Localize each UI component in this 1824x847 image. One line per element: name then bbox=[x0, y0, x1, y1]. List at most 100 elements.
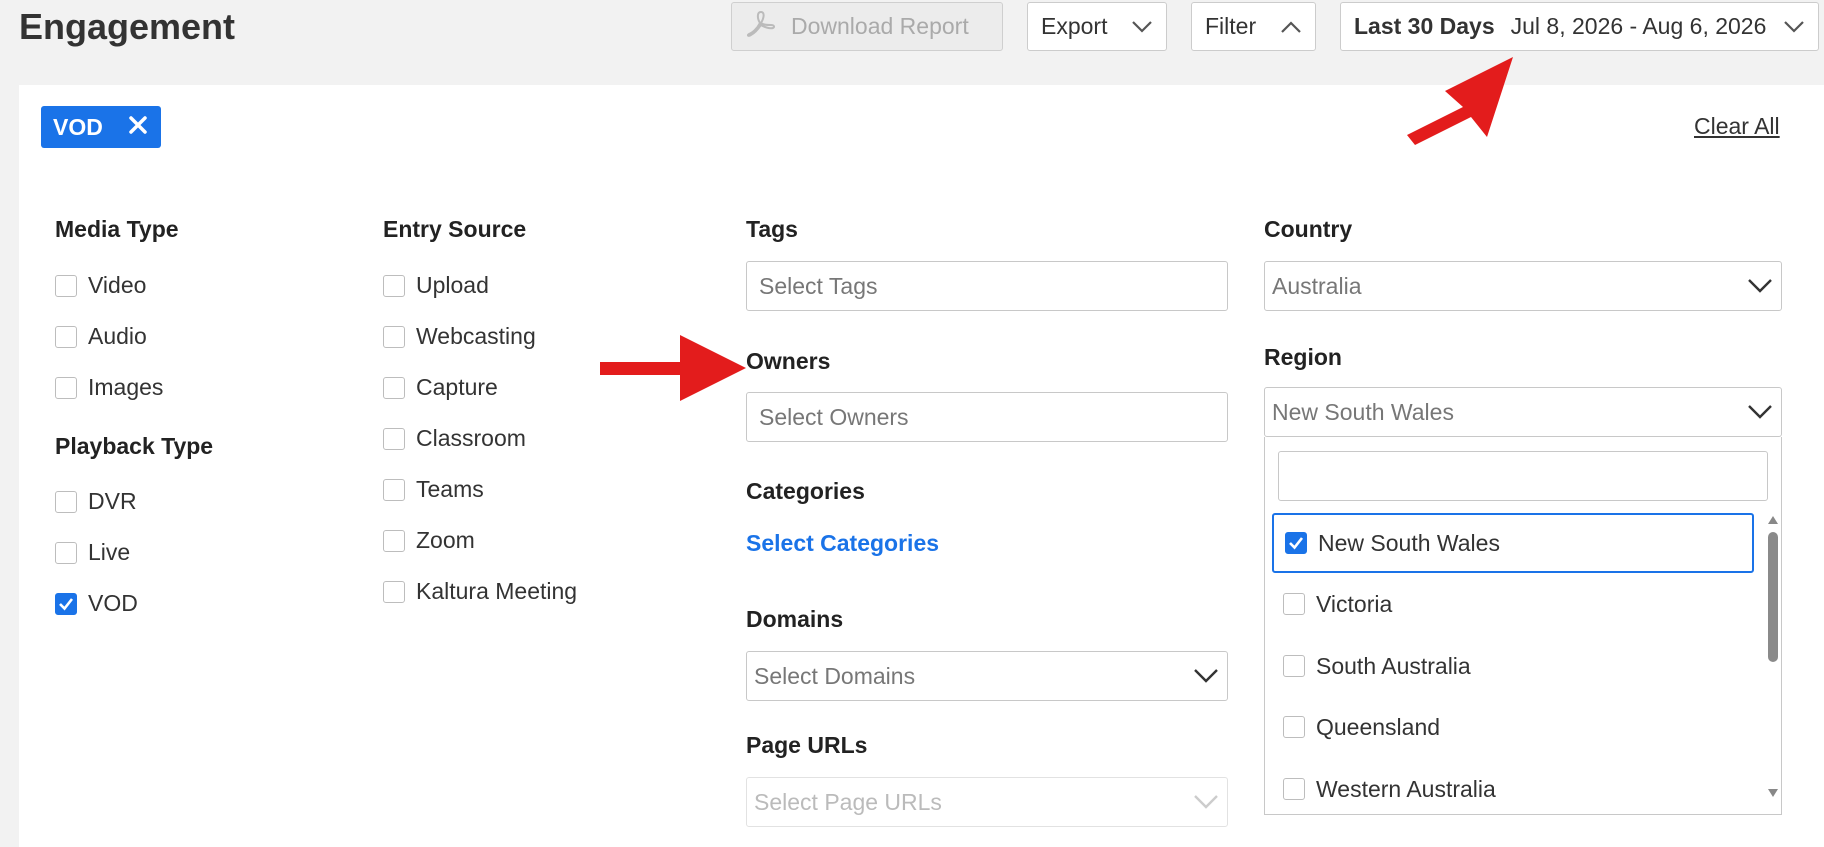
checkbox-label: Upload bbox=[416, 272, 489, 298]
owners-placeholder: Select Owners bbox=[759, 403, 909, 430]
entry-source-capture[interactable]: Capture bbox=[383, 374, 498, 401]
checkbox[interactable] bbox=[383, 580, 405, 603]
filter-button[interactable]: Filter bbox=[1191, 2, 1316, 51]
option-label: New South Wales bbox=[1318, 529, 1500, 556]
entry-source-classroom[interactable]: Classroom bbox=[383, 425, 526, 452]
entry-source-title: Entry Source bbox=[383, 216, 527, 242]
filter-label: Filter bbox=[1205, 13, 1257, 39]
checkmark-icon bbox=[59, 597, 74, 610]
checkbox[interactable] bbox=[55, 490, 77, 513]
page-urls-title: Page URLs bbox=[746, 732, 868, 758]
pdf-icon bbox=[745, 9, 777, 45]
playback-type-title: Playback Type bbox=[55, 433, 214, 459]
checkbox-label: Live bbox=[88, 539, 131, 565]
entry-source-zoom[interactable]: Zoom bbox=[383, 527, 475, 554]
checkbox[interactable] bbox=[383, 427, 405, 450]
option-label: South Australia bbox=[1316, 652, 1471, 679]
entry-source-teams[interactable]: Teams bbox=[383, 476, 484, 503]
checkbox[interactable] bbox=[55, 274, 77, 297]
checkbox-label: Teams bbox=[416, 476, 484, 502]
chevron-up-icon bbox=[1280, 13, 1302, 40]
checkbox[interactable] bbox=[55, 376, 77, 399]
checkmark-icon bbox=[1289, 537, 1304, 550]
playback-type-live[interactable]: Live bbox=[55, 539, 130, 566]
checkbox-label: Webcasting bbox=[416, 323, 536, 349]
media-type-title: Media Type bbox=[55, 216, 179, 242]
export-button[interactable]: Export bbox=[1027, 2, 1167, 51]
chip-label: VOD bbox=[53, 113, 103, 140]
media-type-video[interactable]: Video bbox=[55, 272, 146, 299]
playback-type-dvr[interactable]: DVR bbox=[55, 488, 137, 515]
checkbox[interactable] bbox=[383, 478, 405, 501]
annotation-arrow-icon bbox=[600, 335, 746, 401]
page-urls-select[interactable]: Select Page URLs bbox=[746, 777, 1228, 827]
checkbox-label: Video bbox=[88, 272, 147, 298]
checkbox[interactable] bbox=[1283, 655, 1305, 677]
entry-source-upload[interactable]: Upload bbox=[383, 272, 489, 299]
checkbox[interactable] bbox=[55, 541, 77, 564]
region-search-input[interactable] bbox=[1278, 451, 1768, 501]
owners-title: Owners bbox=[746, 348, 831, 374]
entry-source-webcasting[interactable]: Webcasting bbox=[383, 323, 536, 350]
categories-title: Categories bbox=[746, 478, 865, 504]
checkbox[interactable] bbox=[383, 529, 405, 552]
checkbox[interactable] bbox=[1283, 593, 1305, 615]
region-option-new-south-wales[interactable]: New South Wales bbox=[1272, 513, 1754, 573]
country-title: Country bbox=[1264, 216, 1353, 242]
chevron-down-icon bbox=[1783, 13, 1805, 40]
page-urls-placeholder: Select Page URLs bbox=[754, 788, 942, 815]
media-type-images[interactable]: Images bbox=[55, 374, 163, 401]
region-title: Region bbox=[1264, 344, 1342, 370]
checkbox-label: Audio bbox=[88, 323, 147, 349]
export-label: Export bbox=[1041, 13, 1108, 39]
download-report-label: Download Report bbox=[791, 13, 969, 39]
checkbox[interactable] bbox=[55, 325, 77, 348]
vod-filter-chip[interactable]: VOD bbox=[41, 106, 161, 148]
playback-type-vod[interactable]: VOD bbox=[55, 590, 138, 617]
scrollbar-thumb[interactable] bbox=[1768, 532, 1778, 662]
checkbox-label: Capture bbox=[416, 374, 498, 400]
region-option-queensland[interactable]: Queensland bbox=[1272, 697, 1754, 757]
close-icon[interactable] bbox=[127, 113, 149, 141]
domains-placeholder: Select Domains bbox=[754, 662, 916, 689]
date-range-picker[interactable]: Last 30 Days Jul 8, 2026 - Aug 6, 2026 bbox=[1340, 2, 1819, 51]
checkbox-label: Zoom bbox=[416, 527, 475, 553]
media-type-audio[interactable]: Audio bbox=[55, 323, 147, 350]
option-label: Victoria bbox=[1316, 590, 1393, 617]
select-categories-link[interactable]: Select Categories bbox=[746, 530, 939, 557]
checkbox[interactable] bbox=[383, 274, 405, 297]
checkbox-checked[interactable] bbox=[1285, 532, 1307, 554]
region-dropdown: New South Wales Victoria South Australia… bbox=[1264, 437, 1782, 815]
checkbox[interactable] bbox=[383, 325, 405, 348]
download-report-button[interactable]: Download Report bbox=[731, 2, 1003, 51]
domains-title: Domains bbox=[746, 606, 844, 632]
scroll-up-arrow-icon[interactable] bbox=[1768, 516, 1778, 524]
checkbox-label: Images bbox=[88, 374, 164, 400]
tags-placeholder: Select Tags bbox=[759, 272, 878, 299]
region-option-western-australia[interactable]: Western Australia bbox=[1272, 759, 1754, 819]
chevron-down-icon bbox=[1747, 399, 1773, 426]
checkbox-checked[interactable] bbox=[55, 592, 77, 615]
date-preset: Last 30 Days bbox=[1354, 13, 1495, 39]
checkbox[interactable] bbox=[383, 376, 405, 399]
checkbox-label: Kaltura Meeting bbox=[416, 578, 578, 604]
clear-all-link[interactable]: Clear All bbox=[1694, 113, 1780, 140]
tags-input[interactable]: Select Tags bbox=[746, 261, 1228, 311]
scroll-down-arrow-icon[interactable] bbox=[1768, 789, 1778, 797]
region-option-victoria[interactable]: Victoria bbox=[1272, 574, 1754, 634]
annotation-arrow-icon bbox=[1407, 57, 1513, 145]
checkbox[interactable] bbox=[1283, 716, 1305, 738]
option-label: Queensland bbox=[1316, 713, 1441, 740]
region-select[interactable]: New South Wales bbox=[1264, 387, 1782, 437]
region-option-south-australia[interactable]: South Australia bbox=[1272, 636, 1754, 696]
checkbox-label: DVR bbox=[88, 488, 137, 514]
country-select[interactable]: Australia bbox=[1264, 261, 1782, 311]
tags-title: Tags bbox=[746, 216, 798, 242]
chevron-down-icon bbox=[1131, 13, 1153, 40]
entry-source-kaltura-meeting[interactable]: Kaltura Meeting bbox=[383, 578, 577, 605]
chevron-down-icon bbox=[1193, 663, 1219, 690]
checkbox[interactable] bbox=[1283, 778, 1305, 800]
owners-input[interactable]: Select Owners bbox=[746, 392, 1228, 442]
domains-select[interactable]: Select Domains bbox=[746, 651, 1228, 701]
option-label: Western Australia bbox=[1316, 775, 1496, 802]
